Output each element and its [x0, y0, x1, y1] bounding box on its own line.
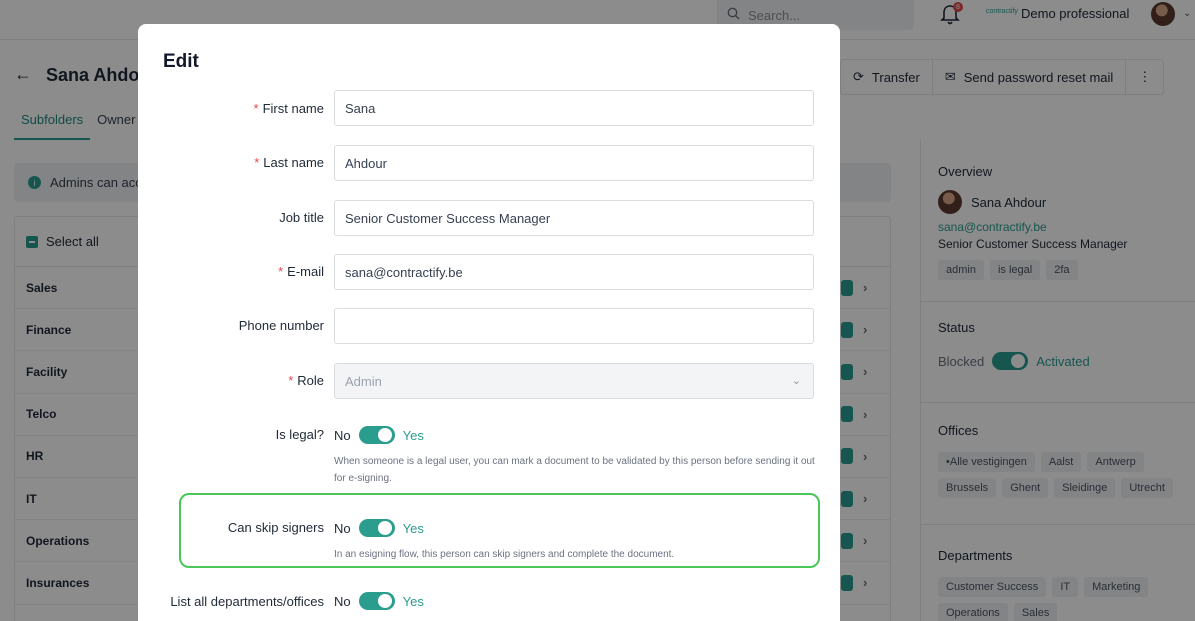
- role-label-text: Role: [297, 373, 324, 388]
- no-label: No: [334, 593, 351, 609]
- list-all-label: List all departments/offices: [170, 594, 324, 609]
- role-value: Admin: [345, 373, 382, 389]
- last-name-label-text: Last name: [263, 155, 324, 170]
- email-label: * E-mail: [278, 264, 324, 279]
- is-legal-label: Is legal?: [275, 427, 324, 442]
- list-all-toggle-row: No Yes: [334, 592, 424, 610]
- job-title-label: Job title: [279, 210, 324, 225]
- required-marker: *: [254, 155, 260, 170]
- is-legal-help: When someone is a legal user, you can ma…: [334, 456, 815, 484]
- required-marker: *: [253, 101, 259, 116]
- chevron-down-icon: ⌄: [791, 375, 801, 387]
- role-select[interactable]: Admin ⌄: [334, 363, 814, 399]
- first-name-label-text: First name: [262, 101, 324, 116]
- is-legal-toggle-row: No Yes: [334, 426, 424, 444]
- required-marker: *: [288, 373, 294, 388]
- first-name-field[interactable]: Sana: [334, 90, 814, 126]
- required-marker: *: [278, 264, 284, 279]
- first-name-label: * First name: [254, 101, 324, 116]
- role-label: * Role: [288, 373, 324, 388]
- list-all-toggle[interactable]: [358, 592, 395, 610]
- phone-label: Phone number: [238, 318, 324, 333]
- yes-label: Yes: [402, 593, 424, 609]
- job-title-field[interactable]: Senior Customer Success Manager: [334, 200, 814, 236]
- email-field[interactable]: sana@contractify.be: [334, 254, 814, 290]
- last-name-field[interactable]: Ahdour: [334, 145, 814, 181]
- highlight-frame: [179, 493, 820, 568]
- phone-field[interactable]: [334, 308, 814, 344]
- yes-label: Yes: [402, 427, 424, 443]
- email-label-text: E-mail: [287, 264, 324, 279]
- modal-title: Edit: [163, 51, 199, 72]
- last-name-label: * Last name: [254, 155, 324, 170]
- is-legal-toggle[interactable]: [358, 426, 395, 444]
- no-label: No: [334, 427, 351, 443]
